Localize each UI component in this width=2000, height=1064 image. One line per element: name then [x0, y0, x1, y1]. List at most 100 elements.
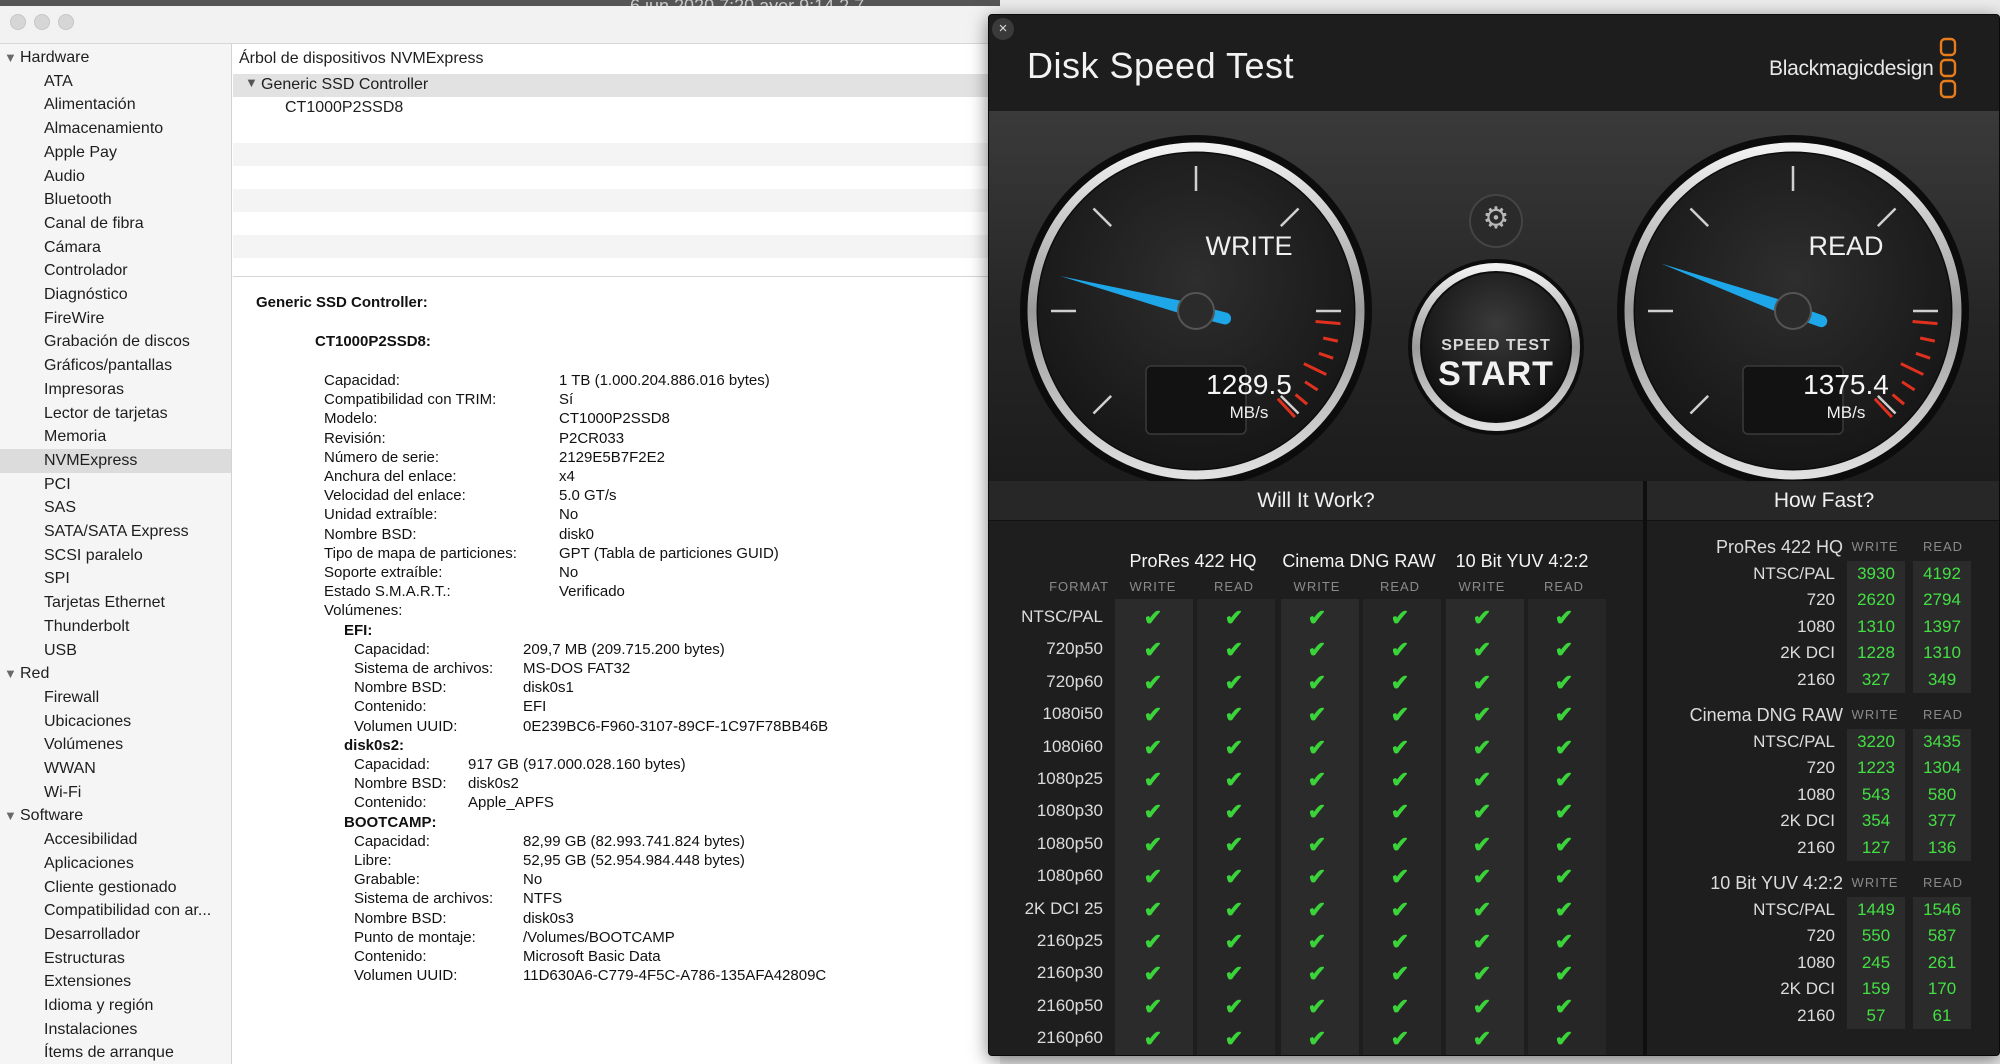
format-label: 720p60: [1046, 671, 1103, 691]
sidebar-item[interactable]: Thunderbolt: [0, 615, 231, 639]
sidebar-item[interactable]: Extensiones: [0, 970, 231, 994]
tree-row-device[interactable]: CT1000P2SSD8: [233, 97, 1000, 120]
zoom-window-button[interactable]: [58, 14, 74, 30]
sidebar-item[interactable]: PCI: [0, 473, 231, 497]
property-label: Capacidad:: [354, 640, 430, 658]
disclosure-triangle-icon[interactable]: ▼: [245, 75, 258, 90]
controller-title: Generic SSD Controller:: [256, 294, 428, 311]
property-label: Contenido:: [354, 794, 427, 812]
sidebar-category[interactable]: ▼ Hardware: [0, 46, 89, 70]
disclosure-triangle-icon[interactable]: ▼: [0, 804, 20, 828]
sidebar-item[interactable]: Impresoras: [0, 378, 231, 402]
write-fps-value: 354: [1861, 811, 1891, 831]
sidebar-item[interactable]: Compatibilidad con ar...: [0, 899, 231, 923]
check-icon: ✔: [1307, 831, 1327, 857]
property-value: 2129E5B7F2E2: [559, 448, 665, 466]
read-subheader: READ: [1922, 539, 1964, 554]
read-subheader: READ: [1379, 579, 1421, 594]
tree-row-empty: [233, 235, 1000, 258]
sidebar-item[interactable]: Diagnóstico: [0, 283, 231, 307]
sidebar-category[interactable]: ▼ Red: [0, 662, 49, 686]
check-icon: ✔: [1554, 864, 1574, 890]
read-speed-value: 1375.4: [1803, 369, 1889, 400]
check-icon: ✔: [1307, 993, 1327, 1019]
sidebar-item[interactable]: Aplicaciones: [0, 852, 231, 876]
disclosure-triangle-icon[interactable]: ▼: [0, 662, 20, 686]
resolution-label: 720: [1806, 758, 1835, 778]
sidebar-item[interactable]: Gráficos/pantallas: [0, 354, 231, 378]
format-label: 1080i60: [1042, 736, 1103, 756]
read-speed-unit: MB/s: [1826, 403, 1866, 422]
tree-row-controller[interactable]: ▼ Generic SSD Controller: [233, 74, 1000, 97]
property-label: Revisión:: [324, 429, 386, 447]
write-fps-value: 1310: [1857, 616, 1895, 636]
sidebar-item[interactable]: SCSI paralelo: [0, 544, 231, 568]
check-icon: ✔: [1307, 669, 1327, 695]
check-icon: ✔: [1554, 896, 1574, 922]
property-label: Capacidad:: [354, 756, 430, 773]
sidebar-item[interactable]: Audio: [0, 165, 231, 189]
property-label: Capacidad:: [354, 832, 430, 850]
disk-speed-test-window: × Disk Speed Test Blackmagicdesign ⚙ SPE…: [988, 14, 2000, 1056]
blackmagic-logo-icon: [1939, 37, 1957, 99]
sidebar-item[interactable]: SAS: [0, 496, 231, 520]
sidebar-item[interactable]: Wi-Fi: [0, 781, 231, 805]
how-fast-group-title: ProRes 422 HQ: [1715, 537, 1843, 557]
read-subheader: READ: [1922, 707, 1964, 722]
check-icon: ✔: [1390, 831, 1410, 857]
sidebar-item[interactable]: Firewall: [0, 686, 231, 710]
sidebar-item[interactable]: Memoria: [0, 425, 231, 449]
sidebar-item[interactable]: Instalaciones: [0, 1018, 231, 1042]
read-subheader: READ: [1543, 579, 1585, 594]
sidebar-category[interactable]: ▼ Software: [0, 804, 83, 828]
sidebar-item[interactable]: NVMExpress: [0, 448, 231, 473]
sidebar-item[interactable]: Grabación de discos: [0, 330, 231, 354]
sidebar-item[interactable]: SATA/SATA Express: [0, 520, 231, 544]
check-icon: ✔: [1143, 864, 1163, 890]
sidebar-item[interactable]: SPI: [0, 567, 231, 591]
sidebar-item[interactable]: Controlador: [0, 259, 231, 283]
sidebar-item[interactable]: Canal de fibra: [0, 212, 231, 236]
gear-icon[interactable]: ⚙: [1469, 201, 1523, 236]
close-icon[interactable]: ×: [992, 18, 1014, 40]
sidebar-item[interactable]: Ítems de arranque: [0, 1041, 231, 1064]
minimize-window-button[interactable]: [34, 14, 50, 30]
sidebar-item[interactable]: Tarjetas Ethernet: [0, 591, 231, 615]
sidebar-item[interactable]: FireWire: [0, 307, 231, 331]
property-label: Nombre BSD:: [354, 679, 447, 697]
sidebar-item[interactable]: Ubicaciones: [0, 710, 231, 734]
sidebar-item[interactable]: Cliente gestionado: [0, 876, 231, 900]
sidebar-item[interactable]: WWAN: [0, 757, 231, 781]
sidebar-item[interactable]: Alimentación: [0, 93, 231, 117]
sidebar-item[interactable]: Lector de tarjetas: [0, 402, 231, 426]
read-fps-value: 587: [1927, 926, 1957, 946]
property-value: P2CR033: [559, 429, 625, 447]
sidebar-item[interactable]: Almacenamiento: [0, 117, 231, 141]
sidebar-item[interactable]: Desarrollador: [0, 923, 231, 947]
check-icon: ✔: [1554, 605, 1574, 630]
brand-logo-text: Blackmagicdesign: [1769, 57, 1934, 80]
close-window-button[interactable]: [10, 14, 26, 30]
check-icon: ✔: [1307, 864, 1327, 890]
sidebar-item[interactable]: Bluetooth: [0, 188, 231, 212]
check-icon: ✔: [1554, 831, 1574, 857]
property-label: Libre:: [354, 852, 392, 869]
write-fps-value: 543: [1861, 784, 1891, 804]
sidebar-item[interactable]: Apple Pay: [0, 141, 231, 165]
check-icon: ✔: [1554, 929, 1574, 954]
write-speed-unit: MB/s: [1229, 403, 1269, 422]
disclosure-triangle-icon[interactable]: ▼: [0, 46, 20, 70]
sidebar-item[interactable]: Volúmenes: [0, 733, 231, 757]
sidebar-item[interactable]: ATA: [0, 70, 231, 94]
sidebar-item[interactable]: Idioma y región: [0, 994, 231, 1018]
sidebar-item[interactable]: Estructuras: [0, 947, 231, 971]
check-icon: ✔: [1143, 831, 1163, 857]
gauge-hub: [1177, 292, 1215, 330]
column-header: 10 Bit YUV 4:2:2: [1455, 551, 1589, 571]
write-fps-value: 2620: [1857, 590, 1895, 610]
check-icon: ✔: [1224, 734, 1244, 760]
sidebar-item[interactable]: USB: [0, 639, 231, 663]
check-icon: ✔: [1307, 637, 1327, 663]
sidebar-item[interactable]: Accesibilidad: [0, 828, 231, 852]
sidebar-item[interactable]: Cámara: [0, 236, 231, 260]
